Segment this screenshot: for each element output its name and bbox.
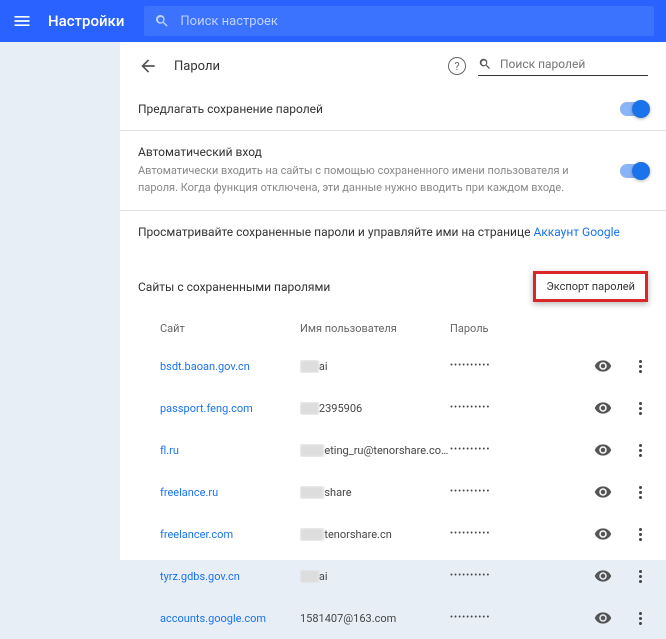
password-cell: •••••••••• xyxy=(450,361,550,371)
auto-signin-section: Автоматический вход Автоматически входит… xyxy=(120,131,666,211)
site-link[interactable]: freelancer.com xyxy=(160,528,300,541)
username-cell: xx2395906 xyxy=(300,402,450,415)
site-link[interactable]: tyrz.gdbs.gov.cn xyxy=(160,570,300,583)
search-icon xyxy=(154,13,170,29)
site-link[interactable]: freelance.ru xyxy=(160,486,300,499)
table-row: bsdt.baoan.gov.cn xxai •••••••••• xyxy=(120,345,666,387)
more-actions-icon[interactable] xyxy=(632,610,648,626)
more-actions-icon[interactable] xyxy=(632,358,648,374)
username-cell: xxai xyxy=(300,360,450,373)
site-link[interactable]: accounts.google.com xyxy=(160,612,300,625)
password-table-header: Сайт Имя пользователя Пароль xyxy=(120,316,666,345)
settings-search-input[interactable] xyxy=(180,14,644,29)
table-row: fl.ru xxxeting_ru@tenorshare.co… •••••••… xyxy=(120,429,666,471)
username-cell: xxxshare xyxy=(300,486,450,499)
auto-signin-desc: Автоматически входить на сайты с помощью… xyxy=(138,163,608,196)
show-password-icon[interactable] xyxy=(594,609,612,627)
username-cell: xxai xyxy=(300,570,450,583)
content-header: Пароли ? xyxy=(120,42,666,88)
offer-save-toggle[interactable] xyxy=(620,102,648,116)
show-password-icon[interactable] xyxy=(594,483,612,501)
google-account-link[interactable]: Аккаунт Google xyxy=(533,225,619,239)
google-account-section: Просматривайте сохраненные пароли и упра… xyxy=(120,211,666,253)
table-row: accounts.google.com 1581407@163.com ••••… xyxy=(120,597,666,639)
column-site: Сайт xyxy=(160,322,300,335)
site-link[interactable]: passport.feng.com xyxy=(160,402,300,415)
auto-signin-toggle[interactable] xyxy=(620,164,648,178)
show-password-icon[interactable] xyxy=(594,357,612,375)
more-actions-icon[interactable] xyxy=(632,442,648,458)
more-actions-icon[interactable] xyxy=(632,526,648,542)
more-actions-icon[interactable] xyxy=(632,400,648,416)
show-password-icon[interactable] xyxy=(594,567,612,585)
password-cell: •••••••••• xyxy=(450,487,550,497)
username-cell: 1581407@163.com xyxy=(300,612,450,625)
search-icon xyxy=(478,57,492,71)
show-password-icon[interactable] xyxy=(594,525,612,543)
table-row: freelancer.com xxxtenorshare.cn ••••••••… xyxy=(120,513,666,555)
more-actions-icon[interactable] xyxy=(632,484,648,500)
password-cell: •••••••••• xyxy=(450,529,550,539)
password-search-input[interactable] xyxy=(500,57,656,71)
password-cell: •••••••••• xyxy=(450,403,550,413)
site-link[interactable]: fl.ru xyxy=(160,444,300,457)
saved-passwords-header: Сайты с сохраненными паролями Экспорт па… xyxy=(120,253,666,316)
google-account-text: Просматривайте сохраненные пароли и упра… xyxy=(138,225,533,239)
app-header: Настройки xyxy=(0,0,666,42)
show-password-icon[interactable] xyxy=(594,441,612,459)
password-cell: •••••••••• xyxy=(450,445,550,455)
export-passwords-button[interactable]: Экспорт паролей xyxy=(533,271,648,302)
saved-passwords-title: Сайты с сохраненными паролями xyxy=(138,280,330,294)
password-cell: •••••••••• xyxy=(450,613,550,623)
content-panel: Пароли ? Предлагать сохранение паролей А… xyxy=(120,42,666,560)
offer-save-section: Предлагать сохранение паролей xyxy=(120,88,666,131)
show-password-icon[interactable] xyxy=(594,399,612,417)
username-cell: xxxtenorshare.cn xyxy=(300,528,450,541)
password-cell: •••••••••• xyxy=(450,571,550,581)
site-link[interactable]: bsdt.baoan.gov.cn xyxy=(160,360,300,373)
username-cell: xxxeting_ru@tenorshare.co… xyxy=(300,444,450,457)
help-icon[interactable]: ? xyxy=(448,57,466,75)
password-search-box[interactable] xyxy=(478,57,648,76)
offer-save-label: Предлагать сохранение паролей xyxy=(138,102,323,116)
back-arrow-icon[interactable] xyxy=(138,56,158,76)
table-row: freelance.ru xxxshare •••••••••• xyxy=(120,471,666,513)
page-title: Пароли xyxy=(174,59,448,74)
header-title: Настройки xyxy=(48,12,124,30)
table-row: tyrz.gdbs.gov.cn xxai •••••••••• xyxy=(120,555,666,597)
more-actions-icon[interactable] xyxy=(632,568,648,584)
column-pass: Пароль xyxy=(450,322,550,335)
hamburger-menu-icon[interactable] xyxy=(12,11,32,31)
table-row: passport.feng.com xx2395906 •••••••••• xyxy=(120,387,666,429)
settings-search-box[interactable] xyxy=(144,6,654,36)
column-user: Имя пользователя xyxy=(300,322,450,335)
auto-signin-label: Автоматический вход xyxy=(138,145,608,159)
